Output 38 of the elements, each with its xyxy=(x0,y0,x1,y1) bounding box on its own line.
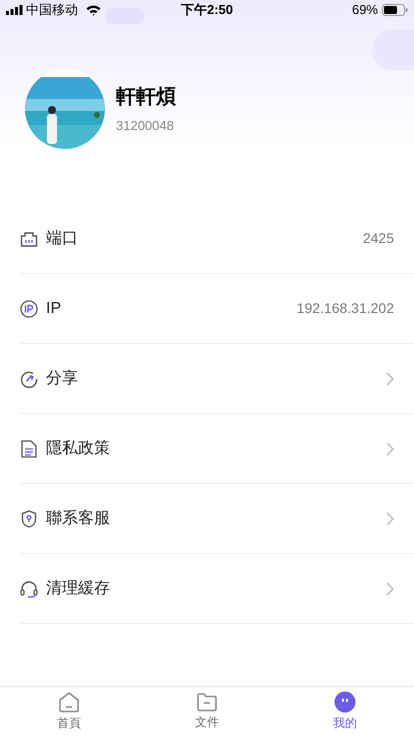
menu-item[interactable]: 清理緩存 xyxy=(20,554,414,624)
chevron-right-icon xyxy=(386,512,394,526)
tab[interactable]: 我的 xyxy=(276,687,414,736)
menu-label: 清理緩存 xyxy=(46,578,110,598)
ip-icon xyxy=(20,300,38,318)
battery-icon xyxy=(382,4,408,16)
share-icon xyxy=(20,370,38,388)
user-name: 軒軒煩 xyxy=(116,85,176,110)
menu-item[interactable]: IP 192.168.31.202 xyxy=(20,274,414,344)
chevron-right-icon xyxy=(386,372,394,386)
tab[interactable]: 首頁 xyxy=(0,687,138,736)
carrier-name: 中国移动 xyxy=(26,1,78,20)
signal-icon xyxy=(6,5,23,15)
menu-label: 端口 xyxy=(46,228,78,248)
user-id: 31200048 xyxy=(116,117,175,136)
menu-item[interactable]: 隱私政策 xyxy=(20,414,414,484)
menu-label: 隱私政策 xyxy=(46,438,110,458)
shield-icon xyxy=(21,510,37,528)
battery-percent: 69% xyxy=(352,1,378,20)
menu-item[interactable]: 聯系客服 xyxy=(20,484,414,554)
wifi-icon xyxy=(86,4,101,16)
home-icon xyxy=(58,691,80,713)
document-icon xyxy=(21,440,37,458)
menu-value: 192.168.31.202 xyxy=(296,299,394,318)
menu-value: 2425 xyxy=(362,229,394,248)
menu-item[interactable]: 分享 xyxy=(20,344,414,414)
face-icon xyxy=(334,691,356,713)
clock-time: 下午2:50 xyxy=(180,1,234,20)
menu-label: IP xyxy=(46,298,62,318)
menu-label: 聯系客服 xyxy=(46,508,110,528)
chevron-right-icon xyxy=(386,442,394,456)
router-icon xyxy=(20,230,38,246)
menu-label: 分享 xyxy=(46,368,78,388)
tab[interactable]: 文件 xyxy=(138,687,276,736)
menu-item[interactable]: 端口 2425 xyxy=(20,204,414,274)
chevron-right-icon xyxy=(386,582,394,596)
headset-icon xyxy=(20,580,38,598)
folder-icon xyxy=(196,692,218,712)
